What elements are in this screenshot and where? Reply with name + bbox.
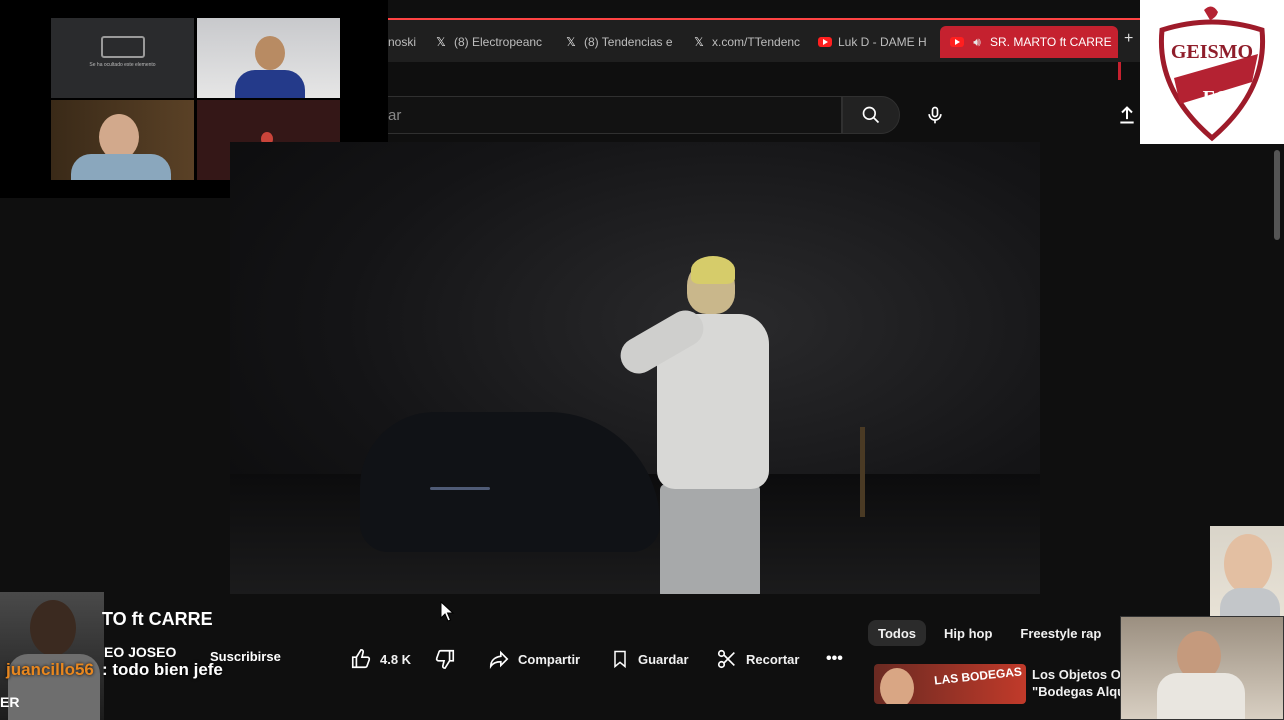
- person-beanie: [691, 256, 735, 284]
- recommended-title-line-1: Los Objetos OC: [1032, 667, 1122, 682]
- bookmark-icon: [614, 650, 626, 669]
- recommended-title-line-2: "Bodegas Alqu: [1032, 684, 1122, 699]
- page-scrollbar[interactable]: [1274, 150, 1280, 240]
- tab-label: x.com/TTendenc: [712, 35, 800, 49]
- search-button[interactable]: [842, 96, 900, 134]
- webcam-streamer-right-top: [1210, 526, 1284, 616]
- video-player[interactable]: [230, 142, 1040, 594]
- save-button[interactable]: Guardar: [610, 648, 689, 670]
- new-tab-button[interactable]: +: [1124, 30, 1133, 48]
- svg-text:FC: FC: [1203, 87, 1230, 109]
- x-logo-icon: 𝕏: [436, 35, 446, 49]
- tab-indicator: [1118, 62, 1121, 80]
- streamer-face: [30, 600, 76, 656]
- svg-text:GEISMO: GEISMO: [1171, 41, 1253, 63]
- browser-tabstrip: noski 𝕏 (8) Electropeanc 𝕏 (8) Tendencia…: [388, 18, 1140, 62]
- channel-name[interactable]: EO JOSEO: [104, 644, 176, 660]
- tab-label: noski: [388, 35, 416, 49]
- streamer-shirt: [1220, 588, 1280, 616]
- voice-search-button[interactable]: [914, 95, 956, 135]
- camera-off-icon: [101, 36, 145, 58]
- thumbs-up-icon: [351, 649, 371, 669]
- clip-label: Recortar: [746, 651, 800, 667]
- edge-text: ER: [0, 694, 20, 710]
- participant-shirt: [71, 154, 171, 180]
- tab-label: (8) Electropeanc: [454, 35, 543, 49]
- participant-shirt: [235, 70, 305, 98]
- video-title: TO ft CARRE: [102, 609, 213, 629]
- tab-3[interactable]: 𝕏 (8) Tendencias e: [564, 28, 674, 56]
- search-placeholder: ar: [388, 107, 402, 124]
- like-count: 4.8 K: [380, 651, 412, 667]
- video-scene-person: [605, 254, 775, 594]
- chip-freestyle-rap[interactable]: Freestyle rap: [1010, 620, 1111, 646]
- chip-hip-hop[interactable]: Hip hop: [934, 620, 1002, 646]
- crest-icon: GEISMO FC: [1158, 6, 1266, 142]
- webcam-streamer-right-bottom: [1120, 616, 1284, 720]
- youtube-icon: [950, 35, 964, 49]
- upload-icon: [1120, 106, 1134, 124]
- chat-message: : todo bien jefe: [102, 660, 223, 679]
- share-label: Compartir: [518, 651, 581, 667]
- mouse-cursor-icon: [440, 601, 455, 622]
- x-logo-icon: 𝕏: [694, 35, 704, 49]
- save-label: Guardar: [638, 651, 689, 667]
- video-scene-light: [430, 487, 490, 490]
- thumbnail-text: LAS BODEGAS: [933, 664, 1023, 688]
- tab-5[interactable]: Luk D - DAME H: [818, 28, 928, 56]
- chat-username: juancillo56: [6, 660, 94, 679]
- tab-label: Luk D - DAME H: [838, 35, 927, 49]
- share-button[interactable]: Compartir: [488, 648, 580, 670]
- tab-label: SR. MARTO ft CARRE: [990, 35, 1112, 49]
- upload-button[interactable]: [1110, 98, 1144, 132]
- participant-face: [255, 36, 285, 70]
- team-crest-logo: GEISMO FC: [1140, 0, 1284, 144]
- recommended-video-title[interactable]: Los Objetos OC "Bodegas Alqu: [1032, 666, 1122, 700]
- share-icon: [489, 650, 509, 670]
- streamer-shirt: [1157, 673, 1245, 719]
- webcam-tile-hidden: Se ha ocultado este elemento: [51, 18, 194, 98]
- tab-2[interactable]: 𝕏 (8) Electropeanc: [434, 28, 546, 56]
- search-input[interactable]: ar: [388, 96, 842, 134]
- webcam-tile-3: [51, 100, 194, 180]
- microphone-icon: [928, 106, 942, 124]
- streamer-face: [1224, 534, 1272, 594]
- tab-4[interactable]: 𝕏 x.com/TTendenc: [692, 28, 800, 56]
- scissors-icon: [717, 649, 735, 669]
- chip-all[interactable]: Todos: [868, 620, 927, 646]
- person-legs: [660, 484, 760, 594]
- youtube-icon: [818, 35, 832, 49]
- hidden-tile-message: Se ha ocultado este elemento: [89, 62, 156, 68]
- webcam-tile-2: [197, 18, 340, 98]
- search-icon: [862, 106, 880, 124]
- tab-active[interactable]: 🔊︎ SR. MARTO ft CARRE: [940, 26, 1118, 58]
- speaker-icon: 🔊︎: [973, 34, 981, 49]
- dislike-button[interactable]: [434, 648, 456, 670]
- x-logo-icon: 𝕏: [566, 35, 576, 49]
- thumbnail-face: [880, 668, 914, 704]
- tab-label: (8) Tendencias e: [584, 35, 673, 49]
- filter-chips: Todos Hip hop Freestyle rap: [868, 620, 1111, 646]
- recommended-video-thumbnail[interactable]: LAS BODEGAS: [874, 664, 1026, 704]
- like-button[interactable]: 4.8 K: [350, 648, 411, 670]
- clip-button[interactable]: Recortar: [716, 648, 799, 670]
- tab-1[interactable]: noski: [388, 28, 416, 56]
- video-scene-pole: [860, 427, 865, 517]
- thumbs-down-icon: [435, 649, 455, 669]
- more-actions-button[interactable]: •••: [826, 650, 843, 668]
